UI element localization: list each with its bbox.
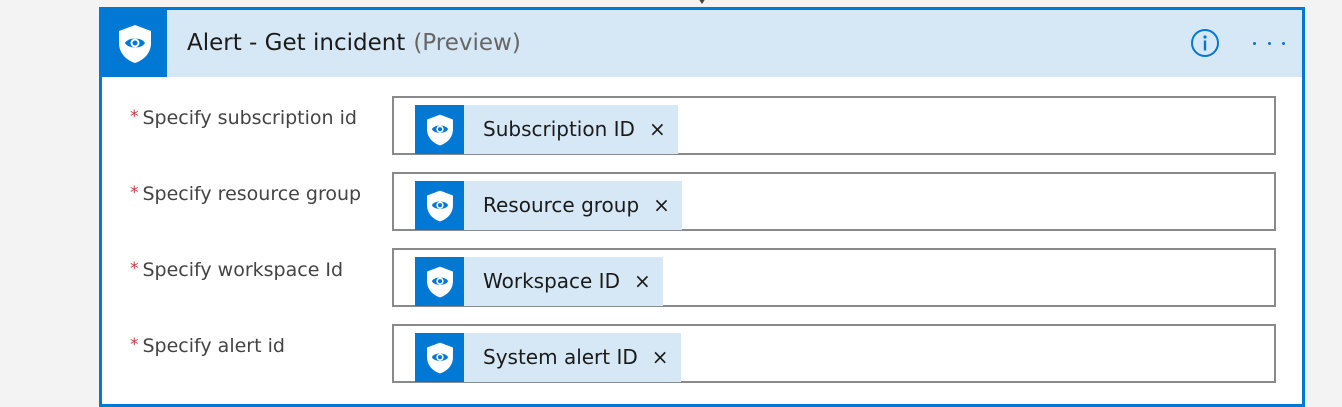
token-label: Subscription ID <box>483 117 635 141</box>
field-label: * Specify resource group <box>130 183 361 205</box>
field-label: * Specify subscription id <box>130 107 357 129</box>
sentinel-shield-icon <box>415 105 464 154</box>
more-dot <box>1282 41 1285 45</box>
token-label: Resource group <box>483 193 640 217</box>
dynamic-content-token[interactable]: Subscription ID × <box>415 105 678 154</box>
field-label: * Specify alert id <box>130 335 285 357</box>
subscription-id-input[interactable]: Subscription ID × <box>392 96 1276 155</box>
remove-token-button[interactable]: × <box>638 333 681 382</box>
field-resource-group: * Specify resource group Resource group × <box>102 172 1302 245</box>
sentinel-shield-icon <box>415 181 464 230</box>
card-title: Alert - Get incident (Preview) <box>187 10 521 77</box>
card-title-text: Alert - Get incident <box>187 30 406 56</box>
field-label-text: Specify workspace Id <box>142 259 344 281</box>
field-label-text: Specify resource group <box>142 183 362 205</box>
preview-tag: (Preview) <box>413 30 521 56</box>
sentinel-shield-icon <box>102 10 167 77</box>
resource-group-input[interactable]: Resource group × <box>392 172 1276 231</box>
action-card: Alert - Get incident (Preview) * Specify s… <box>99 7 1305 407</box>
token-label: Workspace ID <box>483 269 620 293</box>
dynamic-content-token[interactable]: Resource group × <box>415 181 682 230</box>
workspace-id-input[interactable]: Workspace ID × <box>392 248 1276 307</box>
field-label: * Specify workspace Id <box>130 259 343 281</box>
field-workspace-id: * Specify workspace Id Workspace ID × <box>102 248 1302 321</box>
more-dot <box>1267 41 1271 45</box>
dynamic-content-token[interactable]: System alert ID × <box>415 333 681 382</box>
field-subscription-id: * Specify subscription id Subscription ID… <box>102 96 1302 169</box>
more-dot <box>1253 41 1256 45</box>
required-marker: * <box>130 183 139 203</box>
field-label-text: Specify subscription id <box>142 107 357 129</box>
info-icon[interactable] <box>1190 28 1220 58</box>
remove-token-button[interactable]: × <box>635 105 678 154</box>
card-header[interactable]: Alert - Get incident (Preview) <box>102 10 1302 77</box>
sentinel-shield-icon <box>415 257 464 306</box>
sentinel-shield-icon <box>415 333 464 382</box>
alert-id-input[interactable]: System alert ID × <box>392 324 1276 383</box>
required-marker: * <box>130 107 139 127</box>
required-marker: * <box>130 259 139 279</box>
field-label-text: Specify alert id <box>142 335 285 357</box>
more-options-icon[interactable] <box>1249 28 1289 58</box>
dynamic-content-token[interactable]: Workspace ID × <box>415 257 663 306</box>
remove-token-button[interactable]: × <box>639 181 682 230</box>
required-marker: * <box>130 335 139 355</box>
connector-arrow-icon <box>694 0 710 4</box>
field-alert-id: * Specify alert id System alert ID × <box>102 324 1302 397</box>
token-label: System alert ID <box>483 345 638 369</box>
remove-token-button[interactable]: × <box>620 257 663 306</box>
